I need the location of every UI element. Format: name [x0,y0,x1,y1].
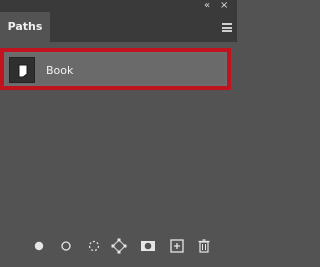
panel-tab-bar: Paths [0,12,237,42]
panel-menu-icon[interactable] [222,23,232,32]
add-mask-icon[interactable] [138,236,158,256]
path-thumbnail [9,57,35,83]
close-panel-icon[interactable]: × [220,0,228,12]
path-row-book[interactable]: Book [0,48,231,90]
load-path-as-selection-icon[interactable] [84,236,104,256]
collapse-panel-icon[interactable]: « [204,0,210,12]
create-new-path-icon[interactable] [167,236,187,256]
book-shape-icon [18,64,28,78]
path-name-label: Book [46,64,74,77]
paths-panel: « × Paths Book [0,0,237,267]
stroke-path-icon[interactable] [56,236,76,256]
path-row-highlight: Book [6,54,225,84]
paths-toolbar [0,227,237,267]
delete-path-icon[interactable] [194,236,214,256]
tab-paths[interactable]: Paths [0,12,50,42]
fill-path-icon[interactable] [29,236,49,256]
make-work-path-icon[interactable] [109,236,129,256]
panel-title-strip: « × [0,0,237,12]
